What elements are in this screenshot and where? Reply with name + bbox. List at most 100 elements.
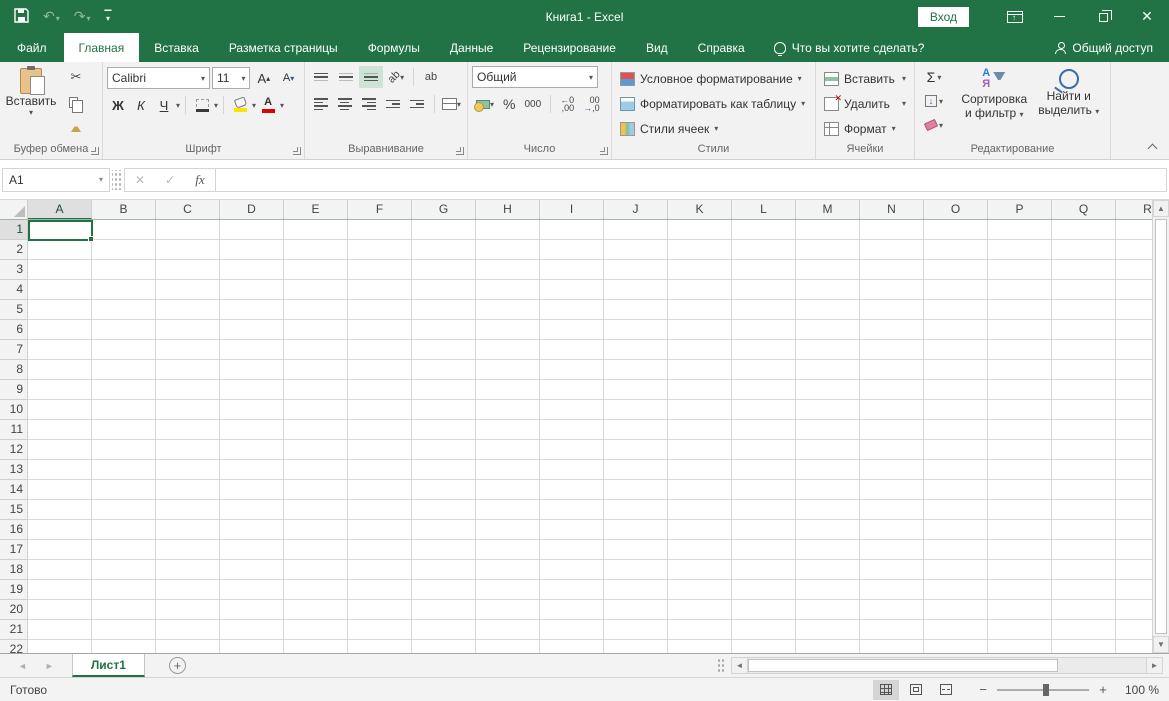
sort-filter-button[interactable]: АЯ Сортировка и фильтр ▾ [957,66,1032,142]
column-header[interactable]: E [284,200,348,219]
currency-format-button[interactable]: ▾ [472,93,498,115]
ribbon-tab[interactable]: Рецензирование [508,33,631,62]
alignment-dialog-launcher-icon[interactable] [456,147,464,155]
cells-area[interactable] [28,220,1152,653]
redo-icon[interactable]: ↷ [74,8,86,24]
ribbon-tab[interactable]: Данные [435,33,508,62]
clipboard-dialog-launcher-icon[interactable] [91,147,99,155]
insert-cells-button[interactable]: Вставить▾ [820,66,910,91]
column-header[interactable]: D [220,200,284,219]
column-header[interactable]: C [156,200,220,219]
column-header[interactable]: O [924,200,988,219]
row-header[interactable]: 17 [0,540,27,560]
row-header[interactable]: 22 [0,640,27,653]
sheet-prev-icon[interactable]: ◄ [18,661,27,671]
row-header[interactable]: 11 [0,420,27,440]
column-header[interactable]: I [540,200,604,219]
share-button[interactable]: Общий доступ [1039,33,1169,62]
row-header[interactable]: 9 [0,380,27,400]
vertical-scrollbar[interactable]: ▲ ▼ [1152,200,1169,653]
row-header[interactable]: 5 [0,300,27,320]
page-break-view-button[interactable] [933,680,959,700]
cut-button[interactable]: ✂ [62,66,90,88]
selected-cell-a1[interactable] [28,220,93,241]
align-right-button[interactable] [357,93,380,115]
row-header[interactable]: 21 [0,620,27,640]
paste-dropdown-icon[interactable]: ▾ [29,108,33,117]
row-header[interactable]: 19 [0,580,27,600]
italic-button[interactable]: К [130,94,152,116]
new-sheet-button[interactable]: + [169,657,186,674]
comma-format-button[interactable]: 000 [520,93,545,115]
scroll-right-icon[interactable]: ► [1146,657,1163,674]
number-format-select[interactable]: Общий▾ [472,66,598,88]
borders-button[interactable] [191,94,213,116]
ribbon-tab[interactable]: Формулы [353,33,435,62]
row-header[interactable]: 18 [0,560,27,580]
zoom-slider-thumb[interactable] [1043,684,1049,696]
cell-styles-button[interactable]: Стили ячеек▾ [616,116,811,141]
name-box-dropdown-icon[interactable]: ▾ [99,175,103,184]
row-header[interactable]: 6 [0,320,27,340]
column-header[interactable]: M [796,200,860,219]
row-header[interactable]: 10 [0,400,27,420]
row-header[interactable]: 12 [0,440,27,460]
column-header[interactable]: G [412,200,476,219]
column-header[interactable]: K [668,200,732,219]
row-header[interactable]: 13 [0,460,27,480]
align-middle-button[interactable] [334,66,358,88]
minimize-button[interactable] [1037,0,1081,33]
format-painter-button[interactable] [62,116,90,138]
column-header[interactable]: H [476,200,540,219]
column-header[interactable]: P [988,200,1052,219]
paste-button[interactable]: Вставить ▾ [4,66,58,142]
row-header[interactable]: 14 [0,480,27,500]
percent-format-button[interactable]: % [499,93,519,115]
fill-button[interactable]: ↓▾ [919,90,949,112]
fill-handle[interactable] [88,236,94,242]
vertical-scroll-thumb[interactable] [1155,219,1167,634]
find-select-button[interactable]: Найти и выделить ▾ [1032,66,1107,142]
wrap-text-button[interactable]: ab [419,66,443,88]
column-header[interactable]: L [732,200,796,219]
column-header[interactable]: F [348,200,412,219]
undo-icon[interactable]: ↶ [43,8,55,24]
column-header[interactable]: R [1116,200,1152,219]
font-color-button[interactable]: А [257,94,279,116]
row-header[interactable]: 20 [0,600,27,620]
autosum-button[interactable]: Σ▾ [919,66,949,88]
copy-button[interactable]: ▾ [62,91,90,113]
horizontal-scrollbar[interactable]: ◄ ► [731,657,1163,674]
horizontal-scroll-thumb[interactable] [748,659,1058,672]
ribbon-tab[interactable]: Главная [64,33,140,62]
tab-scroll-splitter[interactable] [717,658,725,674]
row-header[interactable]: 8 [0,360,27,380]
cancel-entry-button[interactable]: ✕ [125,169,155,191]
formula-bar-grip[interactable] [112,170,122,190]
zoom-percentage[interactable]: 100 % [1117,683,1159,697]
zoom-out-button[interactable]: − [977,682,989,697]
select-all-button[interactable] [0,200,28,219]
sheet-next-icon[interactable]: ► [45,661,54,671]
confirm-entry-button[interactable]: ✓ [155,169,185,191]
insert-function-button[interactable]: fx [185,169,215,191]
format-as-table-button[interactable]: Форматировать как таблицу▾ [616,91,811,116]
decrease-decimal-button[interactable]: 00→,0 [579,93,604,115]
delete-cells-button[interactable]: Удалить▾ [820,91,910,116]
clear-button[interactable]: ▾ [919,114,949,136]
restore-button[interactable] [1081,0,1125,33]
increase-decimal-button[interactable]: ←0,00 [556,93,578,115]
scroll-up-icon[interactable]: ▲ [1153,200,1169,217]
column-header[interactable]: B [92,200,156,219]
orientation-button[interactable]: ab▾ [384,66,408,88]
ribbon-tab[interactable]: Вид [631,33,683,62]
formula-input[interactable] [216,168,1167,192]
page-layout-view-button[interactable] [903,680,929,700]
conditional-formatting-button[interactable]: Условное форматирование▾ [616,66,811,91]
customize-qat-icon[interactable]: ▔▾ [105,13,112,21]
scroll-left-icon[interactable]: ◄ [731,657,748,674]
fill-color-button[interactable] [229,94,251,116]
ribbon-tab[interactable]: Справка [683,33,760,62]
fill-color-dropdown-icon[interactable]: ▾ [252,101,256,110]
undo-dropdown-icon[interactable]: ▾ [56,14,60,23]
